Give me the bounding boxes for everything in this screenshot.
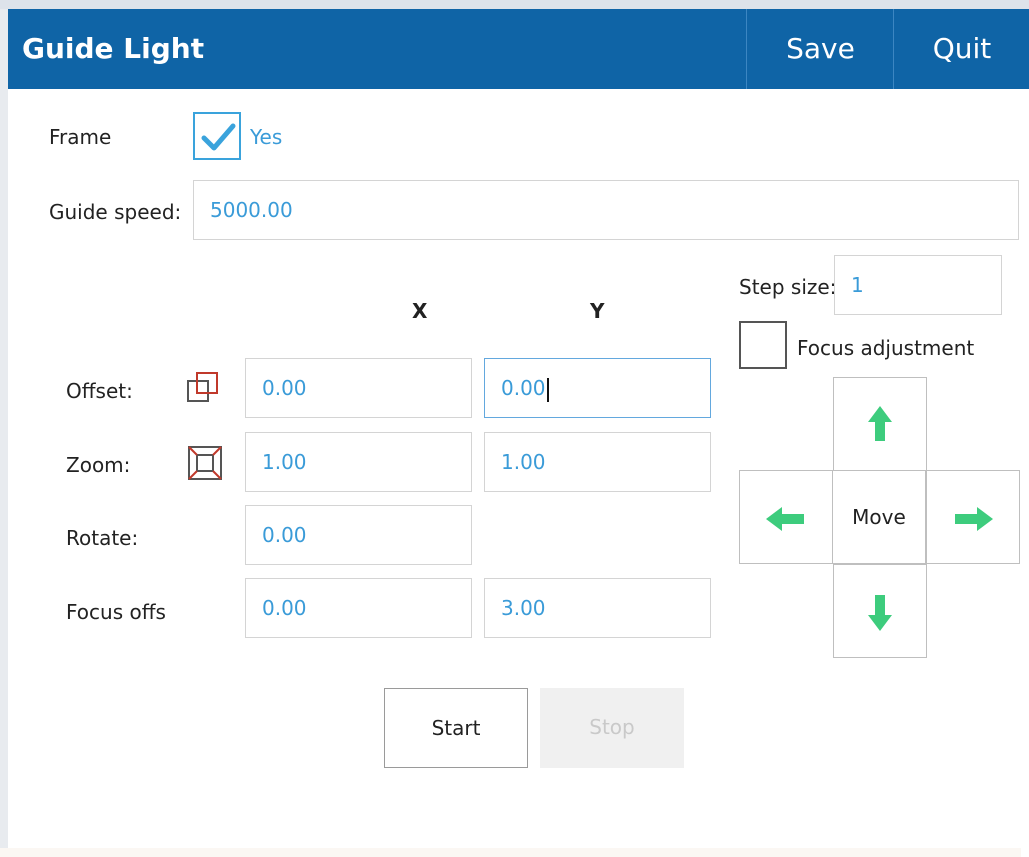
start-button[interactable]: Start <box>384 688 528 768</box>
arrow-down-icon <box>868 595 892 631</box>
dialog-title: Guide Light <box>22 32 205 65</box>
step-size-input[interactable]: 1 <box>834 255 1002 315</box>
zoom-x-input[interactable]: 1.00 <box>245 432 472 492</box>
focus-offset-label: Focus offs <box>66 600 166 624</box>
move-down-button[interactable] <box>833 564 927 658</box>
checkmark-icon <box>201 123 236 151</box>
background-window-strip <box>0 0 1029 9</box>
arrow-right-icon <box>955 507 993 531</box>
arrow-left-icon <box>766 507 804 531</box>
frame-option-label: Yes <box>250 125 283 149</box>
save-button[interactable]: Save <box>746 9 894 89</box>
stop-button[interactable]: Stop <box>540 688 684 768</box>
zoom-y-input[interactable]: 1.00 <box>484 432 711 492</box>
focus-adjustment-label: Focus adjustment <box>797 336 975 360</box>
background-window-edge <box>0 9 8 857</box>
zoom-label: Zoom: <box>66 453 131 477</box>
guide-speed-input[interactable]: 5000.00 <box>193 180 1019 240</box>
text-cursor <box>546 377 549 402</box>
offset-y-input[interactable]: 0.00 <box>484 358 711 418</box>
frame-label: Frame <box>49 125 112 149</box>
offset-y-value: 0.00 <box>501 376 546 400</box>
move-center-label: Move <box>832 470 926 564</box>
guide-light-dialog: Guide Light Save Quit Frame Yes Guide sp… <box>8 9 1029 857</box>
offset-label: Offset: <box>66 379 133 403</box>
focus-adjustment-checkbox[interactable] <box>739 321 787 369</box>
move-up-button[interactable] <box>833 377 927 471</box>
dialog-header: Guide Light Save Quit <box>8 9 1029 89</box>
offset-x-input[interactable]: 0.00 <box>245 358 472 418</box>
move-left-button[interactable] <box>739 470 833 564</box>
rotate-input[interactable]: 0.00 <box>245 505 472 565</box>
column-header-x: X <box>412 299 428 323</box>
quit-button[interactable]: Quit <box>893 9 1029 89</box>
focus-offset-y-input[interactable]: 3.00 <box>484 578 711 638</box>
rotate-label: Rotate: <box>66 526 139 550</box>
focus-offset-x-input[interactable]: 0.00 <box>245 578 472 638</box>
background-window-bottom <box>0 848 1021 857</box>
zoom-icon <box>188 446 222 480</box>
move-right-button[interactable] <box>926 470 1020 564</box>
offset-icon <box>187 372 218 402</box>
guide-speed-label: Guide speed: <box>49 200 182 224</box>
frame-checkbox[interactable] <box>193 112 241 160</box>
arrow-up-icon <box>868 406 892 441</box>
step-size-label: Step size: <box>739 275 837 299</box>
column-header-y: Y <box>590 299 605 323</box>
